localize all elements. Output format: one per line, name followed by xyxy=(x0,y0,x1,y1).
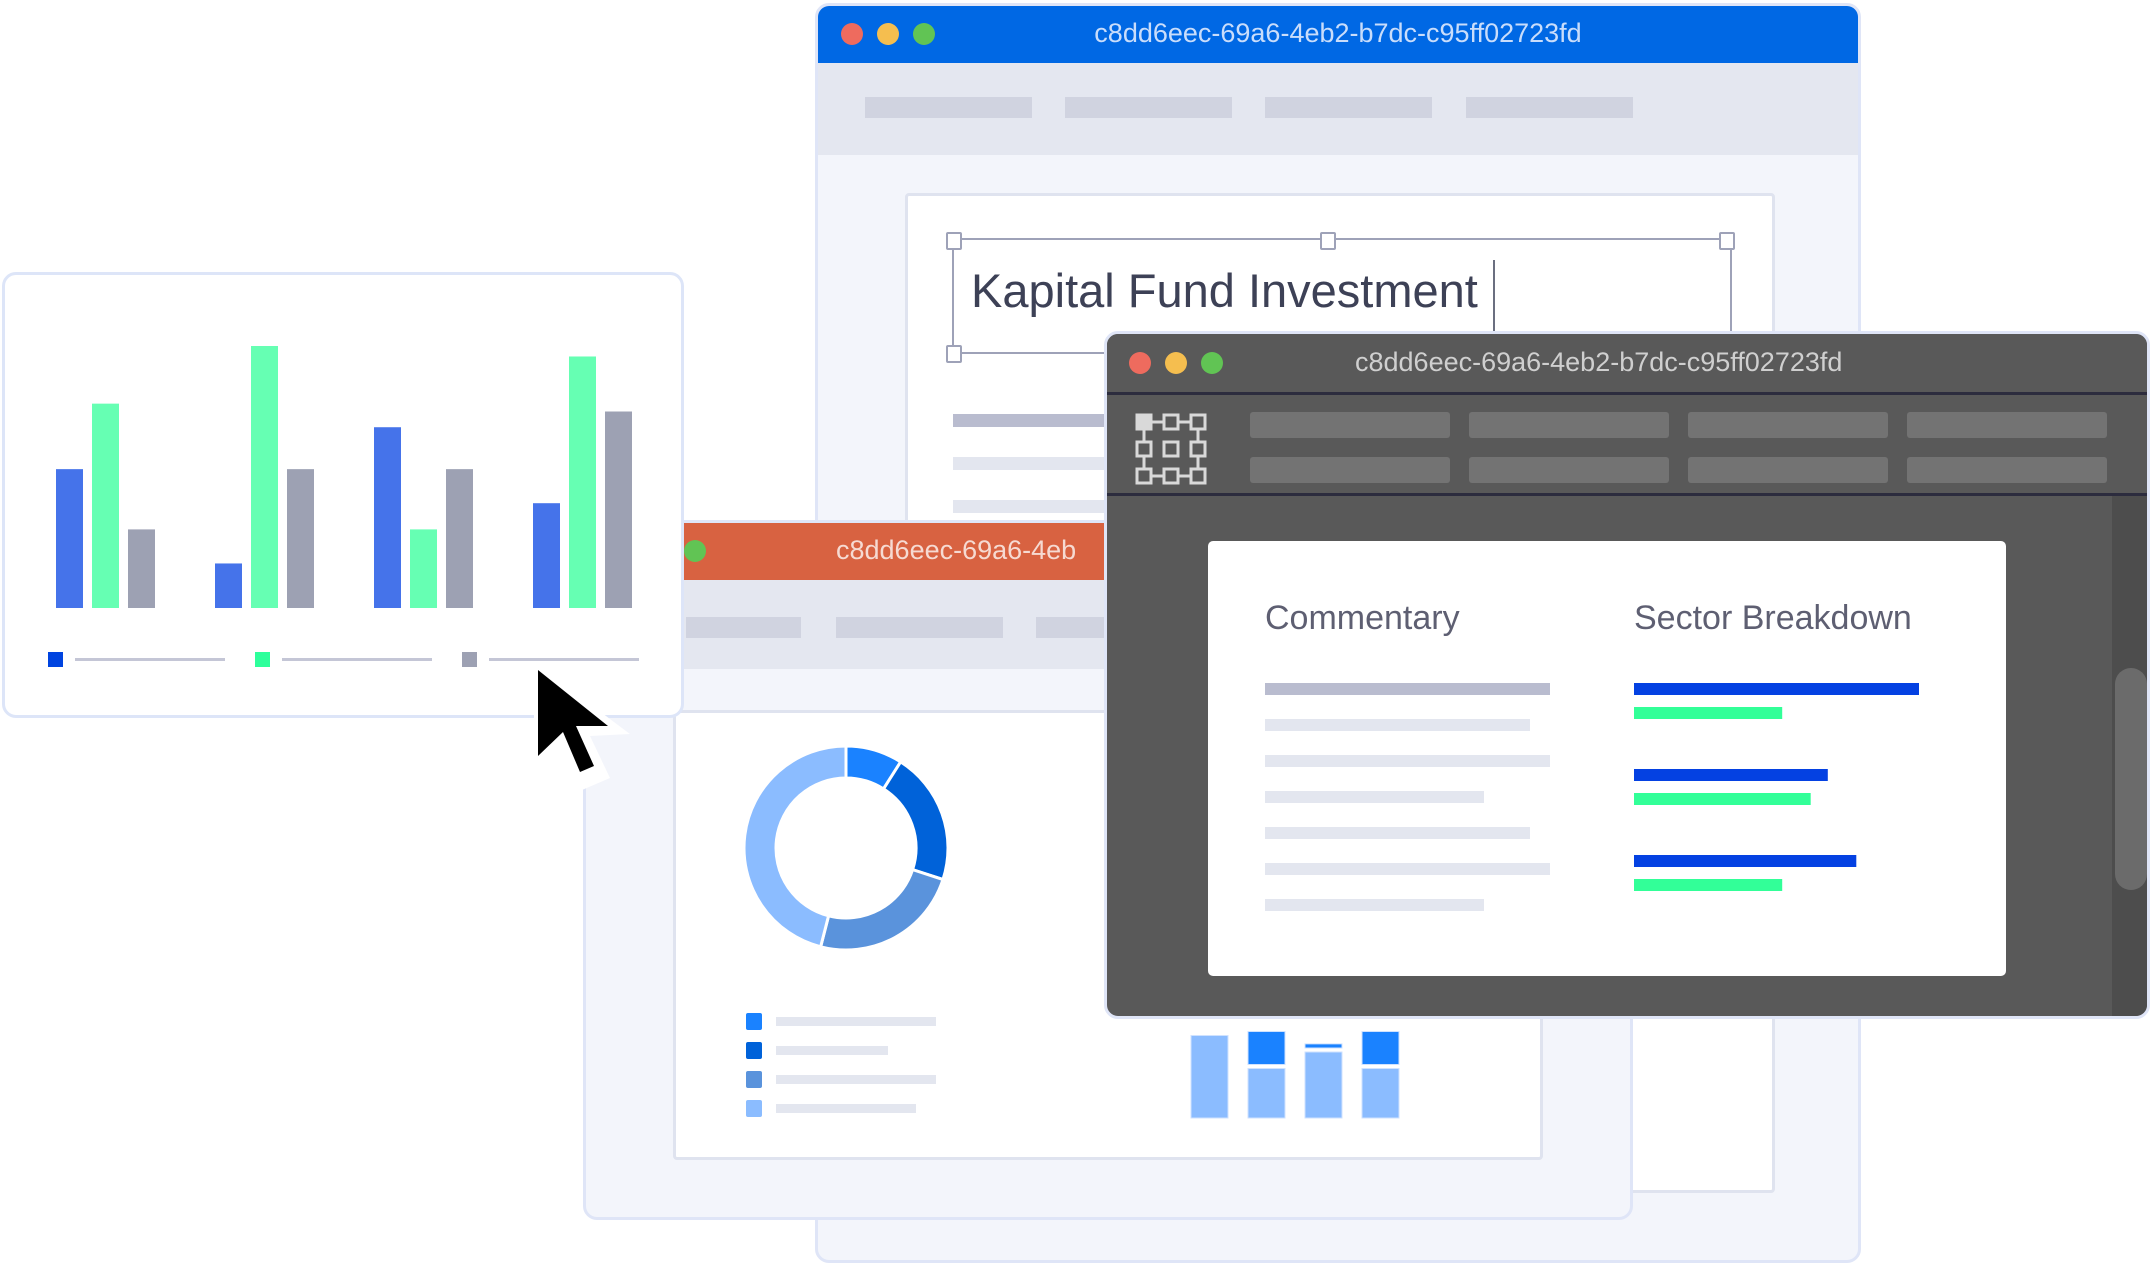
sector-bar-blue xyxy=(1634,683,1919,695)
sector-bar-blue xyxy=(1634,769,1828,781)
toolbar-item[interactable] xyxy=(1907,412,2107,438)
stack-segment-top xyxy=(1247,1031,1286,1065)
legend-swatch xyxy=(462,652,477,667)
bar-chart-card xyxy=(2,272,684,718)
legend-swatch xyxy=(255,652,270,667)
editor-window: c8dd6eec-69a6-4eb2-b7dc-c95ff02723fd Com… xyxy=(1104,331,2150,1019)
bar-series-c xyxy=(287,469,314,608)
toolbar-item[interactable] xyxy=(1065,97,1232,118)
donut-slice xyxy=(818,867,945,952)
legend-label-line xyxy=(282,658,432,661)
document-titlebar[interactable]: c8dd6eec-69a6-4eb2-b7dc-c95ff02723fd xyxy=(818,6,1858,63)
text-line xyxy=(1265,791,1484,803)
bar-series-b xyxy=(92,403,119,608)
donut-chart xyxy=(742,744,950,952)
window-title: c8dd6eec-69a6-4eb xyxy=(836,535,1077,565)
legend-swatch xyxy=(746,1013,762,1030)
toolbar-item[interactable] xyxy=(1466,97,1633,118)
resize-handle[interactable] xyxy=(1719,232,1735,250)
legend-label-line xyxy=(75,658,225,661)
resize-handle[interactable] xyxy=(1320,232,1336,250)
editor-toolbar xyxy=(1107,395,2147,496)
toolbar-item[interactable] xyxy=(686,617,801,638)
sector-bar-blue xyxy=(1634,855,1857,867)
text-caret xyxy=(1493,260,1495,336)
legend-label-line xyxy=(776,1075,936,1084)
resize-handle[interactable] xyxy=(946,345,962,363)
donut-slice xyxy=(881,759,950,882)
commentary-heading: Commentary xyxy=(1265,599,1460,637)
document-toolbar xyxy=(818,63,1858,155)
text-line xyxy=(1265,863,1550,875)
toolbar-item[interactable] xyxy=(1265,97,1432,118)
text-line xyxy=(1265,683,1550,695)
minimize-button[interactable] xyxy=(1165,352,1187,374)
legend-swatch xyxy=(746,1071,762,1088)
legend-label-line xyxy=(776,1104,916,1113)
bar-series-b xyxy=(251,346,278,608)
document-heading[interactable]: Kapital Fund Investment xyxy=(971,263,1478,318)
maximize-button[interactable] xyxy=(1201,352,1223,374)
stack-segment-base xyxy=(1247,1068,1286,1119)
sector-bar-green xyxy=(1634,793,1811,805)
toolbar-item[interactable] xyxy=(1469,457,1669,483)
toolbar-item[interactable] xyxy=(1469,412,1669,438)
toolbar-item[interactable] xyxy=(1250,412,1450,438)
legend-swatch xyxy=(48,652,63,667)
toolbar-item[interactable] xyxy=(865,97,1032,118)
legend-label-line xyxy=(776,1046,888,1055)
bar-series-a xyxy=(533,503,560,608)
bar-series-b xyxy=(410,529,437,608)
text-line xyxy=(1265,755,1550,767)
toolbar-item[interactable] xyxy=(1688,412,1888,438)
bar-series-c xyxy=(128,529,155,608)
toolbar-item[interactable] xyxy=(836,617,1003,638)
stack-segment-top xyxy=(1361,1031,1400,1065)
bar-series-c xyxy=(605,411,632,608)
legend-swatch xyxy=(746,1042,762,1059)
stack-segment-top xyxy=(1304,1043,1343,1049)
toolbar-item[interactable] xyxy=(1250,457,1450,483)
window-title: c8dd6eec-69a6-4eb2-b7dc-c95ff02723fd xyxy=(1094,18,1582,48)
window-title: c8dd6eec-69a6-4eb2-b7dc-c95ff02723fd xyxy=(1355,347,1843,377)
scrollbar-thumb[interactable] xyxy=(2115,668,2147,890)
stack-segment-base xyxy=(1361,1068,1400,1119)
bar-series-c xyxy=(446,469,473,608)
editor-titlebar[interactable]: c8dd6eec-69a6-4eb2-b7dc-c95ff02723fd xyxy=(1107,334,2147,395)
resize-handle[interactable] xyxy=(946,232,962,250)
sector-bar-chart xyxy=(1634,683,1919,891)
legend-swatch xyxy=(746,1100,762,1117)
toolbar-item[interactable] xyxy=(1688,457,1888,483)
text-line xyxy=(1265,899,1484,911)
legend-label-line xyxy=(776,1017,936,1026)
sector-bar-green xyxy=(1634,879,1783,891)
stack-segment-base xyxy=(1190,1035,1229,1119)
toolbar-item[interactable] xyxy=(1907,457,2107,483)
bar-series-b xyxy=(569,356,596,608)
sector-breakdown-heading: Sector Breakdown xyxy=(1634,599,1912,637)
stack-segment-base xyxy=(1304,1051,1343,1119)
text-line xyxy=(1265,719,1530,731)
bar-series-a xyxy=(56,469,83,608)
bar-series-a xyxy=(374,427,401,608)
sector-bar-green xyxy=(1634,707,1783,719)
bar-series-a xyxy=(215,563,242,608)
close-button[interactable] xyxy=(1129,352,1151,374)
maximize-button[interactable] xyxy=(684,540,706,562)
grid-network-icon[interactable] xyxy=(1135,413,1209,487)
grouped-bar-chart xyxy=(48,346,639,667)
mouse-pointer-icon xyxy=(534,662,630,790)
text-line xyxy=(1265,827,1530,839)
content-panel: Commentary Sector Breakdown xyxy=(1208,541,2006,976)
